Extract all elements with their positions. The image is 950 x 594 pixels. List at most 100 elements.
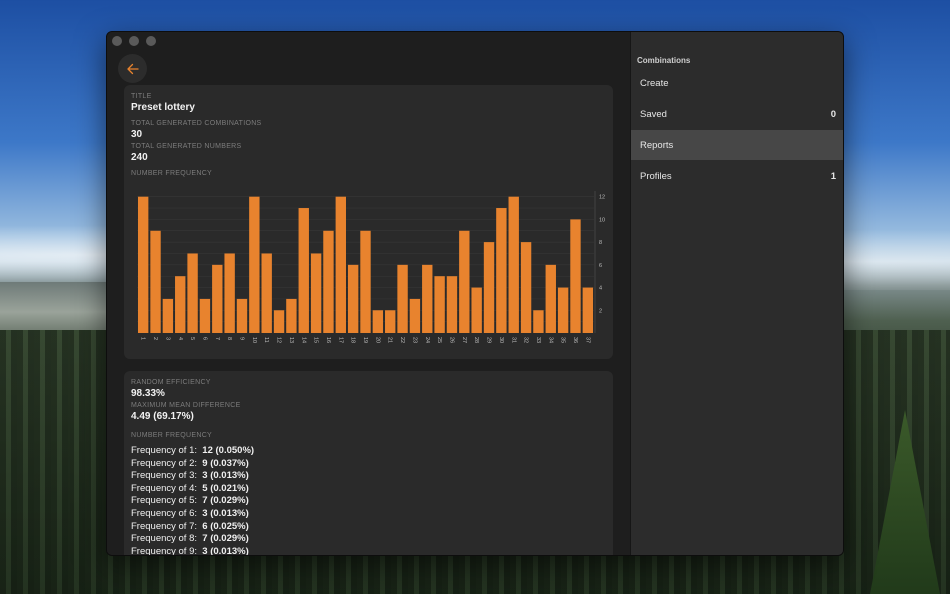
arrow-left-icon <box>126 63 139 74</box>
chart-bar-33 <box>533 310 544 333</box>
frequency-list: Frequency of 1: 12 (0.050%) Frequency of… <box>131 445 255 555</box>
chart-bar-1 <box>137 196 149 333</box>
chart-x-tick-label: 21 <box>387 337 393 343</box>
sidebar-item-reports[interactable]: Reports <box>631 130 843 160</box>
chart-bar-11 <box>261 253 272 333</box>
efficiency-label: RANDOM EFFICIENCY <box>131 379 211 386</box>
chart-bar-6 <box>199 298 211 333</box>
report-title: Preset lottery <box>131 102 195 113</box>
main-pane: TITLE Preset lottery TOTAL GENERATED COM… <box>107 32 630 555</box>
sidebar-item-profiles[interactable]: Profiles 1 <box>631 161 843 191</box>
chart-bar-34 <box>545 264 556 333</box>
chart-y-tick-label: 2 <box>599 308 602 314</box>
chart-bar-9 <box>236 298 248 333</box>
chart-x-tick-label: 36 <box>572 337 578 343</box>
zoom-window-button[interactable] <box>146 36 156 46</box>
chart-bar-23 <box>409 298 421 333</box>
report-stats-card: RANDOM EFFICIENCY 98.33% MAXIMUM MEAN DI… <box>124 371 613 555</box>
chart-x-tick-label: 4 <box>177 337 183 340</box>
mean-difference-value: 4.49 (69.17%) <box>131 411 194 422</box>
chart-bar-35 <box>557 287 569 333</box>
window-controls <box>112 36 156 46</box>
chart-x-tick-label: 9 <box>239 337 245 340</box>
frequency-row: Frequency of 8: 7 (0.029%) <box>131 533 249 545</box>
chart-bar-26 <box>446 276 458 333</box>
chart-x-tick-label: 8 <box>226 337 232 340</box>
chart-x-tick-label: 29 <box>486 337 492 343</box>
sidebar: Combinations Create Saved 0 Reports Prof… <box>630 32 843 555</box>
chart-bar-4 <box>175 276 186 333</box>
chart-bar-15 <box>310 253 322 333</box>
chart-x-tick-label: 2 <box>152 337 158 340</box>
chart-bar-8 <box>224 253 235 333</box>
chart-bar-28 <box>471 287 482 333</box>
chart-bar-2 <box>150 230 161 333</box>
minimize-window-button[interactable] <box>129 36 139 46</box>
chart-x-tick-label: 5 <box>189 337 195 340</box>
chart-bar-10 <box>249 196 260 333</box>
chart-bar-31 <box>508 196 519 333</box>
chart-x-tick-label: 30 <box>498 337 504 343</box>
number-frequency-chart: 1 2 3 4 5 6 7 8 9 10 11 12 13 14 15 16 17 18 19 20 21 22 23 24 2… <box>137 191 605 343</box>
chart-bar-19 <box>360 230 371 333</box>
chart-x-tick-label: 22 <box>399 337 405 343</box>
chart-y-tick-label: 8 <box>599 240 602 246</box>
sidebar-heading: Combinations <box>637 56 691 65</box>
chart-bar-17 <box>335 196 346 333</box>
chart-x-tick-label: 15 <box>313 337 319 343</box>
sidebar-item-saved[interactable]: Saved 0 <box>631 99 843 129</box>
frequency-row: Frequency of 1: 12 (0.050%) <box>131 445 255 456</box>
frequency-row: Frequency of 7: 6 (0.025%) <box>131 520 249 532</box>
efficiency-value: 98.33% <box>131 388 165 399</box>
app-window: TITLE Preset lottery TOTAL GENERATED COM… <box>106 31 844 556</box>
mean-difference-label: MAXIMUM MEAN DIFFERENCE <box>131 402 241 409</box>
chart-bar-30 <box>496 208 507 333</box>
sidebar-item-create[interactable]: Create <box>631 68 843 98</box>
frequency-row: Frequency of 5: 7 (0.029%) <box>131 495 249 507</box>
chart-bar-22 <box>397 264 408 333</box>
chart-bar-16 <box>323 230 334 333</box>
frequency-row: Frequency of 6: 3 (0.013%) <box>131 507 249 519</box>
profiles-count: 1 <box>830 170 836 182</box>
chart-x-tick-label: 3 <box>164 337 170 340</box>
close-window-button[interactable] <box>112 36 122 46</box>
chart-x-tick-label: 28 <box>473 337 479 343</box>
chart-bar-37 <box>582 287 594 333</box>
frequency-row: Frequency of 2: 9 (0.037%) <box>131 457 249 469</box>
chart-bar-12 <box>273 310 285 333</box>
chart-x-tick-label: 10 <box>251 337 257 343</box>
chart-y-tick-label: 10 <box>599 217 605 223</box>
chart-x-tick-label: 12 <box>276 337 282 343</box>
chart-bar-36 <box>570 219 581 333</box>
chart-x-tick-label: 37 <box>584 337 590 343</box>
frequency-chart-label: NUMBER FREQUENCY <box>131 170 213 177</box>
numbers-value: 240 <box>131 152 148 163</box>
chart-x-tick-label: 35 <box>560 337 566 343</box>
chart-x-tick-label: 13 <box>288 337 294 343</box>
chart-x-tick-label: 1 <box>140 337 146 340</box>
chart-x-tick-label: 32 <box>523 337 529 343</box>
chart-x-tick-label: 18 <box>350 337 356 343</box>
chart-x-tick-label: 31 <box>510 337 516 343</box>
chart-x-tick-label: 20 <box>374 337 380 343</box>
chart-x-tick-label: 14 <box>300 337 306 343</box>
chart-y-tick-label: 12 <box>599 195 605 201</box>
chart-bar-25 <box>434 276 445 333</box>
chart-x-tick-label: 16 <box>325 337 331 343</box>
chart-bar-5 <box>187 253 198 333</box>
chart-y-tick-label: 4 <box>599 286 602 292</box>
chart-bar-32 <box>520 242 532 333</box>
chart-bar-7 <box>212 264 223 333</box>
chart-x-tick-label: 24 <box>424 337 430 343</box>
chart-bar-20 <box>372 310 384 333</box>
chart-bar-18 <box>347 264 359 333</box>
back-button[interactable] <box>118 54 147 83</box>
chart-bar-14 <box>298 208 309 333</box>
chart-x-tick-label: 7 <box>214 337 220 340</box>
chart-bar-3 <box>162 298 174 333</box>
chart-x-tick-label: 17 <box>337 337 343 343</box>
chart-x-tick-label: 19 <box>362 337 368 343</box>
chart-x-tick-label: 27 <box>461 337 467 343</box>
chart-x-tick-label: 23 <box>411 337 417 343</box>
chart-x-tick-label: 33 <box>535 337 541 343</box>
